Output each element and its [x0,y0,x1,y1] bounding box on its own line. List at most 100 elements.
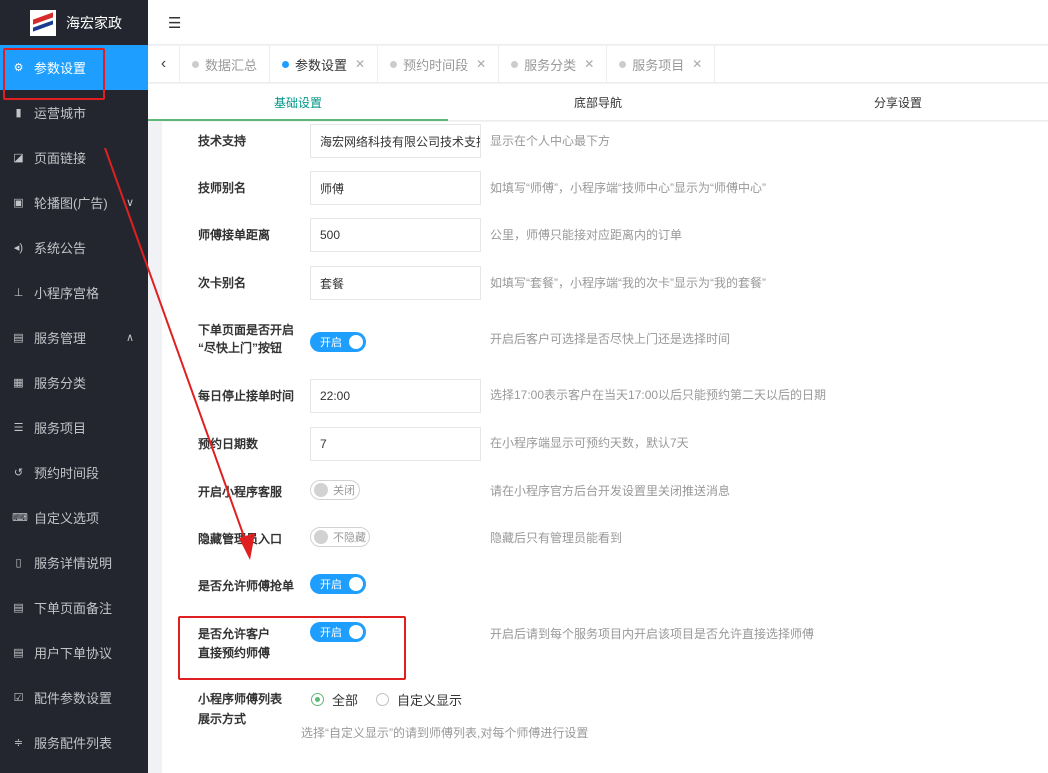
field-label: 下单页面是否开启 [198,323,295,337]
asap-toggle[interactable]: 开启 [310,332,366,352]
grab-orders-toggle[interactable]: 开启 [310,574,366,594]
radio-circle-icon [311,693,324,706]
sidebar-item-parts-params[interactable]: ☑ 配件参数设置 [0,675,148,720]
tab-label: 服务项目 [632,57,685,73]
tab-time-slots[interactable]: 预约时间段 ✕ [378,45,500,83]
file-icon: ▯ [15,557,22,569]
sidebar-item-label: 小程序宫格 [34,286,100,301]
sidebar-item-service-mgmt[interactable]: ▤ 服务管理 ∧ [0,315,148,360]
close-icon[interactable]: ✕ [355,57,365,71]
tech-alias-input[interactable]: 师傅 [310,171,481,205]
close-icon[interactable]: ✕ [584,57,594,71]
subtab-share[interactable]: 分享设置 [748,84,1048,120]
radio-circle-icon [376,693,389,706]
sidebar-item-user-agreement[interactable]: ▤ 用户下单协议 [0,630,148,675]
days-input[interactable]: 7 [310,427,481,461]
field-label: 隐藏管理员入口 [198,532,283,546]
field-hint: 请在小程序官方后台开发设置里关闭推送消息 [490,484,731,498]
sidebar-item-service-items[interactable]: ☰ 服务项目 [0,405,148,450]
app-name: 海宏家政 [66,14,122,31]
sidebar-item-announcement[interactable]: ◂) 系统公告 [0,225,148,270]
close-icon[interactable]: ✕ [476,57,486,71]
customer-service-toggle[interactable]: 关闭 [310,480,360,500]
top-header: ☰ [148,0,1048,45]
sidebar-item-label: 轮播图(广告) [34,196,108,211]
tab-service-category[interactable]: 服务分类 ✕ [499,45,608,83]
radio-all[interactable]: 全部 [311,690,358,709]
sidebar-item-carousel[interactable]: ▣ 轮播图(广告) ∨ [0,180,148,225]
field-label: “尽快上门”按钮 [198,341,283,355]
sidebar-item-page-links[interactable]: ◪ 页面链接 [0,135,148,180]
field-hint: 如填写“套餐”，小程序端“我的次卡”显示为“我的套餐” [490,276,766,290]
distance-input[interactable]: 500 [310,218,481,252]
sidebar-item-label: 运营城市 [34,106,87,121]
stop-time-input[interactable]: 22:00 [310,379,481,413]
settings-subtabs: 基础设置 底部导航 分享设置 [148,84,1048,121]
switch-knob [349,335,363,349]
sidebar-item-time-slots[interactable]: ↺ 预约时间段 [0,450,148,495]
chevron-down-icon: ∨ [125,197,134,209]
hide-admin-toggle[interactable]: 不隐藏 [310,527,370,547]
tab-data-summary[interactable]: 数据汇总 [180,45,271,83]
field-hint: 开启后客户可选择是否尽快上门还是选择时间 [490,332,731,346]
tab-dot-icon [282,60,290,68]
building-icon: ▮ [15,107,22,119]
card-icon: ▤ [13,332,24,344]
sidebar-item-label: 预约时间段 [34,466,100,481]
sidebar-item-label: 系统公告 [34,241,87,256]
tab-dot-icon [192,60,199,68]
tab-params[interactable]: 参数设置 ✕ [270,45,379,83]
sidebar-item-label: 自定义选项 [34,511,100,526]
radio-label: 全部 [332,693,359,708]
annotation-box-direct-booking [178,616,406,680]
sidebar-item-parts-list[interactable]: ≑ 服务配件列表 [0,720,148,765]
field-label: 预约日期数 [198,437,259,451]
tab-dot-icon [619,60,627,68]
sidebar-item-label: 服务配件列表 [34,736,113,751]
sidebar-item-label: 服务分类 [34,376,87,391]
card-alias-input[interactable]: 套餐 [310,266,481,300]
grid-icon: ▦ [13,377,24,389]
keyboard-icon: ⌨ [12,512,28,524]
subtab-bottom-nav[interactable]: 底部导航 [448,84,748,120]
sidebar-item-label: 服务管理 [34,331,87,346]
sidebar-item-label: 服务详情说明 [34,556,113,571]
tab-label: 数据汇总 [205,57,258,73]
tab-dot-icon [511,60,519,68]
note-icon: ▤ [13,602,24,614]
chevron-left-icon[interactable]: ‹ [148,45,180,83]
sidebar-item-custom-options[interactable]: ⌨ 自定义选项 [0,495,148,540]
tab-label: 服务分类 [524,57,577,73]
subtab-basic[interactable]: 基础设置 [148,84,448,121]
menu-toggle-icon[interactable]: ☰ [168,14,181,32]
field-hint: 如填写“师傅”，小程序端“技师中心”显示为“师傅中心” [490,181,766,195]
sliders-icon: ≑ [13,737,24,749]
annotation-box-sidebar [3,48,105,100]
sidebar: 海宏家政 ⚙ 参数设置 ▮ 运营城市 ◪ 页面链接 ▣ 轮播图(广告) ∨ ◂) 系统公告 … [0,0,148,773]
switch-knob [349,577,363,591]
tab-service-items[interactable]: 服务项目 ✕ [607,45,716,83]
field-hint: 选择“自定义显示”的请到师傅列表,对每个师傅进行设置 [301,726,589,740]
field-label: 展示方式 [198,712,247,726]
sidebar-item-label: 服务项目 [34,421,87,436]
history-icon: ↺ [13,467,24,479]
sidebar-item-label: 页面链接 [34,151,87,166]
switch-knob [314,530,328,544]
speaker-icon: ◂) [13,242,24,254]
sidebar-item-service-details[interactable]: ▯ 服务详情说明 [0,540,148,585]
brand-logo-icon [30,9,56,36]
sidebar-item-order-notes[interactable]: ▤ 下单页面备注 [0,585,148,630]
close-icon[interactable]: ✕ [692,57,702,71]
sidebar-item-service-category[interactable]: ▦ 服务分类 [0,360,148,405]
switch-text: 开启 [320,337,342,349]
field-hint: 在小程序端显示可预约天数，默认7天 [490,436,689,450]
field-hint: 显示在个人中心最下方 [490,134,611,148]
tech-support-input[interactable]: 海宏网络科技有限公司技术支持 [310,124,481,158]
field-label: 是否允许师傅抢单 [198,579,295,593]
image-icon: ▣ [13,197,24,209]
field-label: 开启小程序客服 [198,485,283,499]
field-hint: 隐藏后只有管理员能看到 [490,531,623,545]
radio-custom[interactable]: 自定义显示 [376,690,462,709]
sidebar-item-grid[interactable]: ⊥ 小程序宫格 [0,270,148,315]
switch-knob [314,483,328,497]
